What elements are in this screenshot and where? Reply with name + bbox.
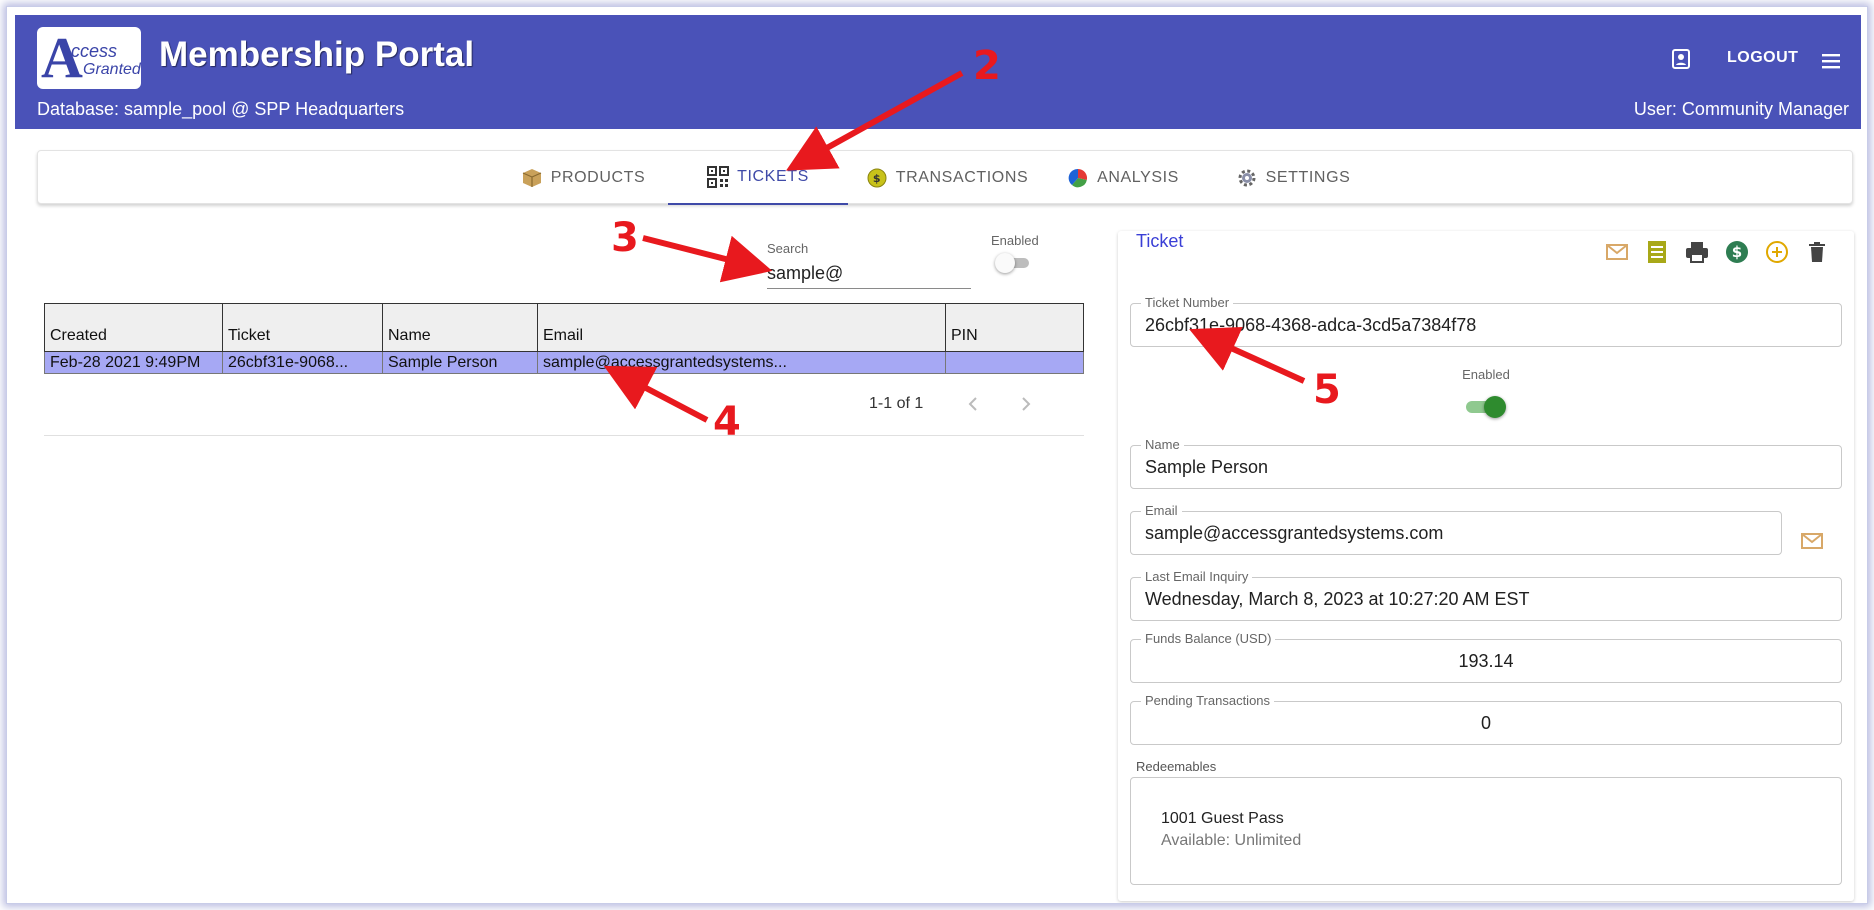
annotation-arrow-3 [642,235,773,283]
app-window: A ccess Granted Membership Portal Databa… [6,6,1868,904]
annotation-number-2: 2 [973,43,1001,89]
annotation-number-4: 4 [713,399,741,445]
annotation-number-5: 5 [1313,367,1341,413]
annotation-arrow-5 [1189,327,1306,384]
annotation-arrow-4 [603,365,709,423]
annotation-arrow-2 [786,70,964,171]
annotation-arrows [603,70,1306,423]
annotation-number-3: 3 [611,215,639,261]
